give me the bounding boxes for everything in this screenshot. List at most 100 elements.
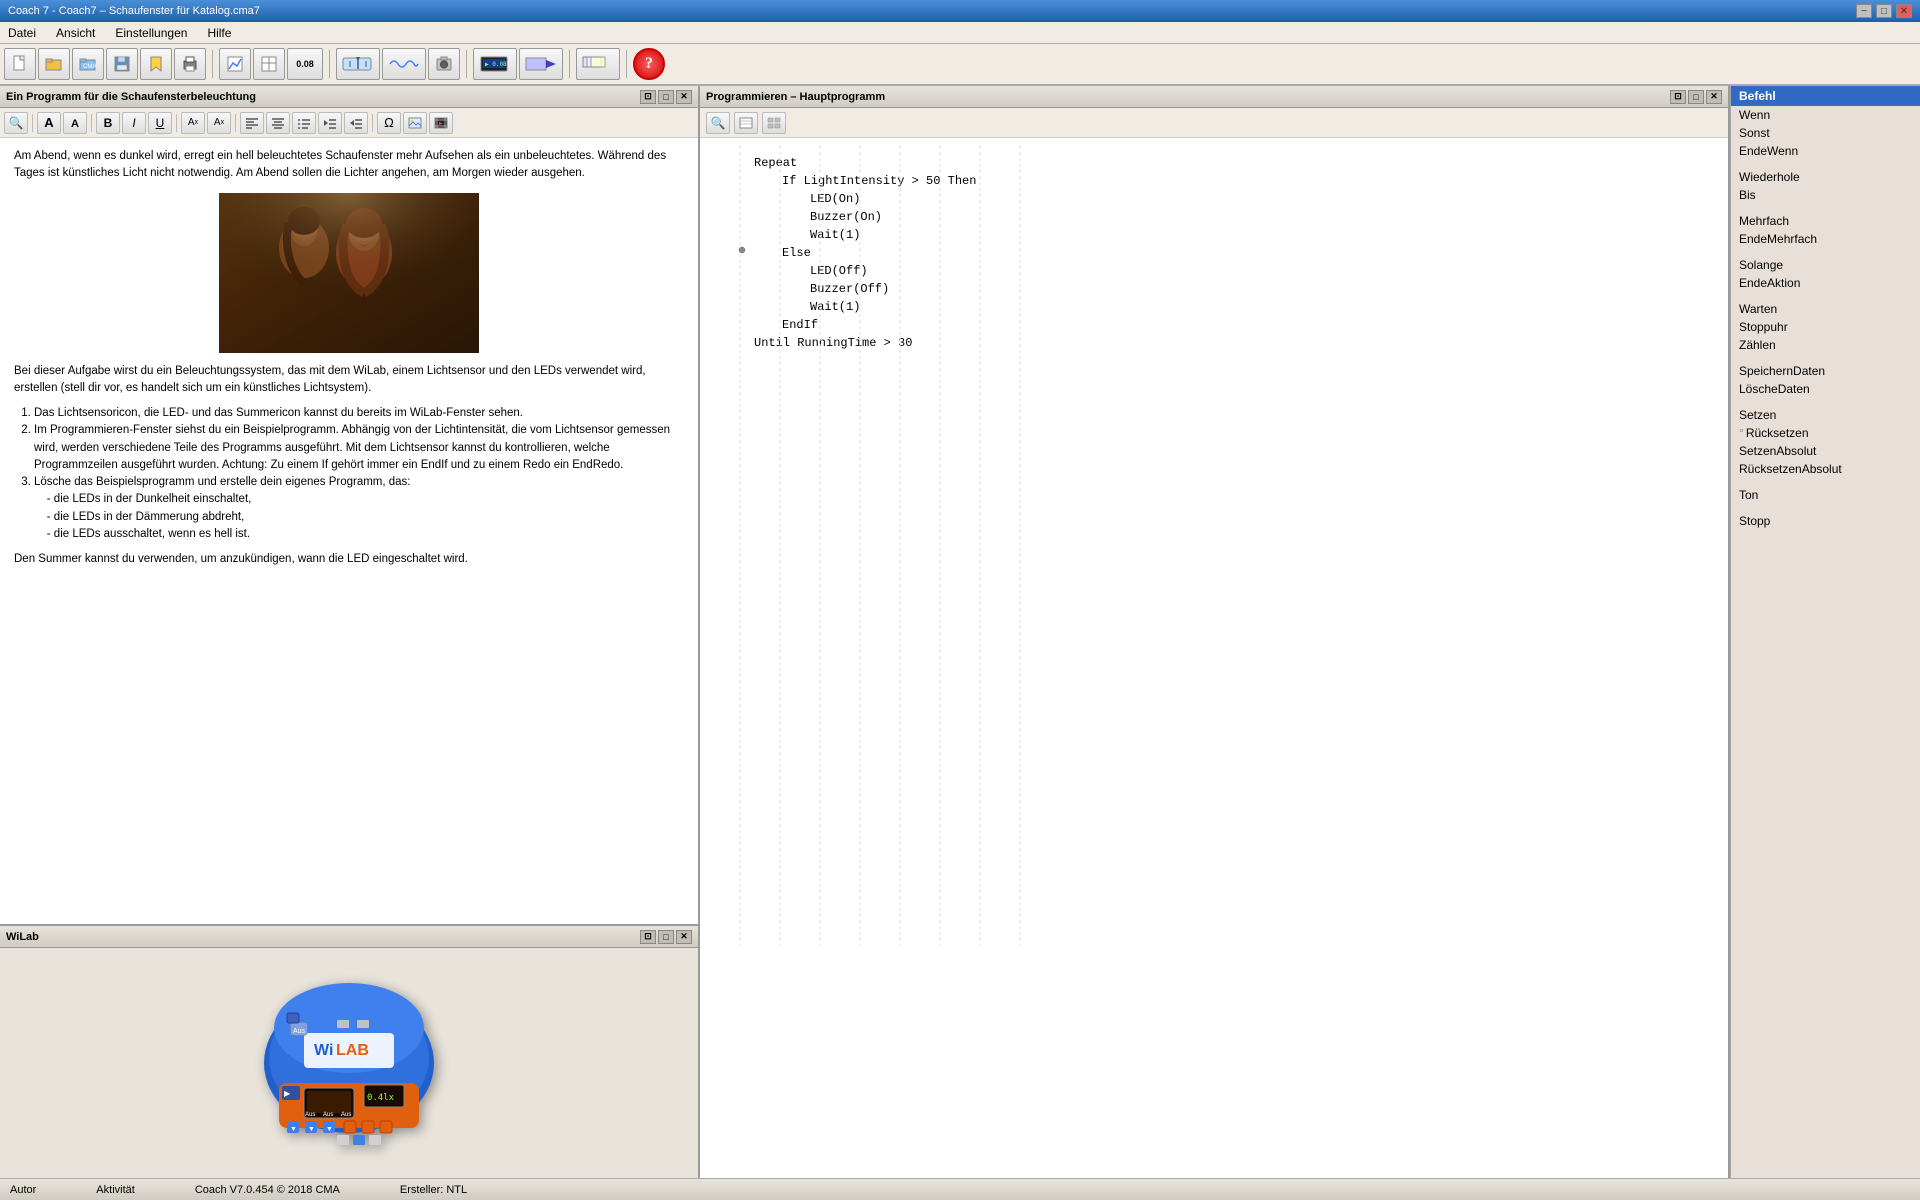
menu-hilfe[interactable]: Hilfe — [203, 24, 235, 42]
cmd-stopp[interactable]: Stopp — [1731, 512, 1920, 530]
cmd-warten[interactable]: Warten — [1731, 300, 1920, 318]
cmd-stoppuhr[interactable]: Stoppuhr — [1731, 318, 1920, 336]
doc-maximize-button[interactable]: □ — [658, 90, 674, 104]
cmd-zaehlen[interactable]: Zählen — [1731, 336, 1920, 354]
omega-button[interactable]: Ω — [377, 112, 401, 134]
svg-text:Aus: Aus — [323, 1112, 333, 1118]
help-button[interactable]: ? — [633, 48, 665, 80]
open-button[interactable] — [38, 48, 70, 80]
doc-list-item-1: Das Lichtsensoricon, die LED- und das Su… — [34, 405, 684, 422]
cmd-endemehrfach[interactable]: EndeMehrfach — [1731, 230, 1920, 248]
list-button[interactable] — [292, 112, 316, 134]
cmd-spacer-3 — [1731, 248, 1920, 256]
cmd-setzen[interactable]: Setzen — [1731, 406, 1920, 424]
cmd-wiederhole[interactable]: Wiederhole — [1731, 168, 1920, 186]
cmd-spacer-2 — [1731, 204, 1920, 212]
separator-1 — [212, 50, 213, 78]
cmd-speicherndaten[interactable]: SpeichernDaten — [1731, 362, 1920, 380]
doc-list-item-3: Lösche das Beispielsprogramm und erstell… — [34, 474, 684, 543]
video-button[interactable] — [519, 48, 563, 80]
status-bar: Autor Aktivität Coach V7.0.454 © 2018 CM… — [0, 1178, 1920, 1200]
cmd-setzenabsolut[interactable]: SetzenAbsolut — [1731, 442, 1920, 460]
menu-ansicht[interactable]: Ansicht — [52, 24, 99, 42]
prog-header: Programmieren – Hauptprogramm ⊡ □ ✕ — [700, 86, 1728, 108]
minimize-button[interactable]: − — [1856, 4, 1872, 18]
cmd-ton[interactable]: Ton — [1731, 486, 1920, 504]
prog-search-button[interactable]: 🔍 — [706, 112, 730, 134]
cmd-sonst[interactable]: Sonst — [1731, 124, 1920, 142]
movie-button[interactable] — [429, 112, 453, 134]
cmd-solange[interactable]: Solange — [1731, 256, 1920, 274]
table-button[interactable] — [253, 48, 285, 80]
prog-restore-button[interactable]: ⊡ — [1670, 90, 1686, 104]
font-a-small-button[interactable]: A — [63, 112, 87, 134]
image-button[interactable] — [403, 112, 427, 134]
cmd-wenn[interactable]: Wenn — [1731, 106, 1920, 124]
title-bar-controls[interactable]: − □ ✕ — [1856, 4, 1912, 18]
svg-text:Aus: Aus — [341, 1112, 351, 1118]
code-line-wait2: Wait(1) — [744, 298, 1460, 316]
cmd-mehrfach[interactable]: Mehrfach — [1731, 212, 1920, 230]
doc-paragraph-2: Bei dieser Aufgabe wirst du ein Beleucht… — [14, 363, 684, 398]
cmd-endeaktion[interactable]: EndeAktion — [1731, 274, 1920, 292]
doc-title: Ein Programm für die Schaufensterbeleuch… — [6, 91, 256, 103]
measure-button[interactable] — [336, 48, 380, 80]
text-toolbar: 🔍 A A B I U Ax Ax — [0, 108, 698, 138]
svg-text:▼: ▼ — [290, 1126, 297, 1133]
prog-view-button[interactable] — [734, 112, 758, 134]
cmd-bis[interactable]: Bis — [1731, 186, 1920, 204]
left-panel: Ein Programm für die Schaufensterbeleuch… — [0, 86, 700, 1178]
status-author: Autor — [10, 1184, 36, 1196]
font-sup-button[interactable]: Ax — [207, 112, 231, 134]
doc-close-button[interactable]: ✕ — [676, 90, 692, 104]
bold-button[interactable]: B — [96, 112, 120, 134]
cmd-spacer-6 — [1731, 398, 1920, 406]
save-button[interactable] — [106, 48, 138, 80]
wilab-panel: WiLab ⊡ □ ✕ — [0, 924, 698, 1178]
wilab-restore-button[interactable]: ⊡ — [640, 930, 656, 944]
prog-panel-controls[interactable]: ⊡ □ ✕ — [1670, 90, 1722, 104]
align-left-button[interactable] — [240, 112, 264, 134]
zoom-button[interactable] — [576, 48, 620, 80]
svg-text:▶: ▶ — [284, 1089, 291, 1098]
wilab-close-button[interactable]: ✕ — [676, 930, 692, 944]
svg-text:▶ 0.08: ▶ 0.08 — [485, 61, 507, 68]
italic-button[interactable]: I — [122, 112, 146, 134]
prog-close-button[interactable]: ✕ — [1706, 90, 1722, 104]
svg-text:▼: ▼ — [326, 1126, 333, 1133]
cmd-endewenn[interactable]: EndeWenn — [1731, 142, 1920, 160]
indent-more-button[interactable] — [344, 112, 368, 134]
wilab-panel-controls[interactable]: ⊡ □ ✕ — [640, 930, 692, 944]
underline-button[interactable]: U — [148, 112, 172, 134]
commands-panel: Befehl Wenn Sonst EndeWenn Wiederhole Bi… — [1730, 86, 1920, 1178]
diagram-button[interactable] — [219, 48, 251, 80]
menu-einstellungen[interactable]: Einstellungen — [111, 24, 191, 42]
close-button[interactable]: ✕ — [1896, 4, 1912, 18]
value-button[interactable]: 0.08 — [287, 48, 323, 80]
prog-maximize-button[interactable]: □ — [1688, 90, 1704, 104]
wilab-maximize-button[interactable]: □ — [658, 930, 674, 944]
svg-text:LAB: LAB — [336, 1042, 369, 1059]
search-text-button[interactable]: 🔍 — [4, 112, 28, 134]
maximize-button[interactable]: □ — [1876, 4, 1892, 18]
code-line-buzzeron: Buzzer(On) — [744, 208, 1460, 226]
prog-settings-button[interactable] — [762, 112, 786, 134]
open-cma-button[interactable]: CMA — [72, 48, 104, 80]
font-a-button[interactable]: A — [37, 112, 61, 134]
bookmark-button[interactable] — [140, 48, 172, 80]
menu-datei[interactable]: Datei — [4, 24, 40, 42]
print-button[interactable] — [174, 48, 206, 80]
indent-less-button[interactable] — [318, 112, 342, 134]
cmd-ruecksetzen[interactable]: ° Rücksetzen — [1731, 424, 1920, 442]
cmd-ruecksetzenabsolut[interactable]: RücksetzenAbsolut — [1731, 460, 1920, 478]
prog-content[interactable]: Repeat If LightIntensity > 50 Then LED(O… — [700, 138, 1728, 1178]
display-button[interactable]: ▶ 0.08 — [473, 48, 517, 80]
doc-restore-button[interactable]: ⊡ — [640, 90, 656, 104]
doc-panel-controls[interactable]: ⊡ □ ✕ — [640, 90, 692, 104]
font-sub-button[interactable]: Ax — [181, 112, 205, 134]
capture-button[interactable] — [428, 48, 460, 80]
signal-button[interactable] — [382, 48, 426, 80]
cmd-loeschedaten[interactable]: LöscheDaten — [1731, 380, 1920, 398]
align-center-button[interactable] — [266, 112, 290, 134]
new-button[interactable] — [4, 48, 36, 80]
